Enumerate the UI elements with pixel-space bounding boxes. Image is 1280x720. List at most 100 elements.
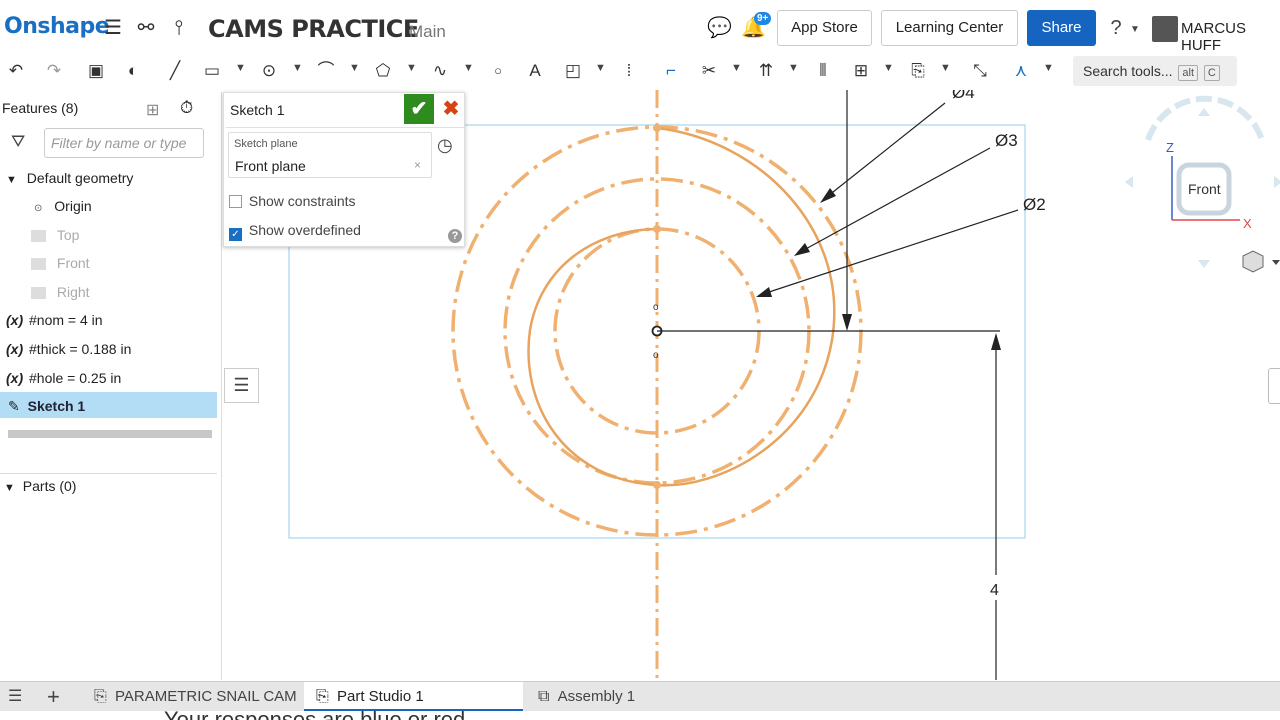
- dimension-tool-icon[interactable]: ⤡: [969, 60, 991, 82]
- variable-row-nom[interactable]: (x) #nom = 4 in: [6, 312, 103, 328]
- fillet-tool-icon[interactable]: ◰: [562, 60, 584, 82]
- notification-badge: 9+: [754, 12, 772, 25]
- constraint-caret-icon[interactable]: ▼: [1043, 62, 1054, 74]
- variable-row-hole[interactable]: (x) #hole = 0.25 in: [6, 370, 121, 386]
- right-plane-label: Right: [56, 284, 90, 300]
- point-tool-icon[interactable]: ○: [487, 60, 509, 82]
- cancel-x-icon[interactable]: ✖: [438, 94, 464, 124]
- sketch-1-row[interactable]: ✎ Sketch 1: [0, 392, 217, 418]
- right-plane-row[interactable]: Right: [31, 284, 90, 300]
- help-icon[interactable]: ?: [1104, 16, 1128, 40]
- learning-center-button[interactable]: Learning Center: [881, 10, 1018, 46]
- tangent-arc-icon[interactable]: ⌐: [660, 60, 682, 82]
- view-cube-front: Front: [1188, 181, 1221, 197]
- trim-tool-icon[interactable]: ✂: [698, 60, 720, 82]
- sketch-plane-label: Sketch plane: [234, 138, 298, 150]
- origin-row[interactable]: ⊙ Origin: [34, 198, 92, 214]
- circle-tool-icon[interactable]: ⊙: [258, 60, 280, 82]
- document-title: CAMS PRACTICE: [208, 15, 419, 43]
- spline-caret-icon[interactable]: ▼: [463, 62, 474, 74]
- variable-nom-label: #nom = 4 in: [29, 312, 103, 328]
- front-plane-row[interactable]: Front: [31, 255, 90, 271]
- branch-icon[interactable]: ⫯: [167, 16, 191, 40]
- rectangle-caret-icon[interactable]: ▼: [235, 62, 246, 74]
- mirror-tool-icon[interactable]: ⫴: [812, 60, 834, 82]
- rollback-timer-icon[interactable]: ⏱: [180, 98, 193, 118]
- dxf-import-icon[interactable]: ⎘: [907, 60, 929, 82]
- measure-icon[interactable]: ◐: [122, 60, 144, 82]
- tab-label: Part Studio 1: [336, 688, 424, 705]
- search-tools-label: Search tools...: [1083, 63, 1173, 79]
- redo-icon[interactable]: ↷: [43, 60, 65, 82]
- feature-list-panel: Features (8) ⊞ ⏱ ⛛ Filter by name or typ…: [0, 92, 222, 680]
- point-mid: [653, 225, 661, 233]
- menu-icon[interactable]: ☰: [101, 16, 125, 40]
- fillet-caret-icon[interactable]: ▼: [595, 62, 606, 74]
- search-tools-input[interactable]: Search tools... alt C: [1073, 56, 1237, 86]
- default-geometry-row[interactable]: ▼ Default geometry: [6, 170, 133, 186]
- tab-manager-icon[interactable]: ☰: [8, 686, 22, 706]
- clear-x-icon[interactable]: ×: [414, 158, 421, 172]
- display-mode-icon[interactable]: [1242, 250, 1280, 273]
- text-tool-icon[interactable]: A: [524, 60, 546, 82]
- app-store-button[interactable]: App Store: [777, 10, 872, 46]
- view-cube[interactable]: Front Z X: [1125, 95, 1280, 268]
- tab-assembly-1[interactable]: ⧉ Assembly 1: [526, 682, 745, 712]
- polygon-tool-icon[interactable]: ⬠: [372, 60, 394, 82]
- sketch-dialog: Sketch 1 ✔ ✖ Sketch plane Front plane × …: [223, 92, 465, 247]
- circle-caret-icon[interactable]: ▼: [292, 62, 303, 74]
- arc-caret-icon[interactable]: ▼: [349, 62, 360, 74]
- sketch-plane-field[interactable]: Sketch plane Front plane ×: [228, 132, 432, 178]
- parts-row[interactable]: ▼ Parts (0): [4, 478, 76, 494]
- tab-parametric-snail-cam[interactable]: ⎘ PARAMETRIC SNAIL CAM: [82, 682, 301, 712]
- show-overdefined-row[interactable]: ✓ Show overdefined: [229, 222, 361, 241]
- history-clock-icon[interactable]: ◷: [437, 135, 453, 156]
- plane-icon: [31, 230, 46, 243]
- default-geometry-label: Default geometry: [26, 170, 134, 186]
- help-icon[interactable]: ?: [448, 229, 462, 243]
- line-tool-icon[interactable]: ╱: [164, 60, 186, 82]
- use-caret-icon[interactable]: ▼: [788, 62, 799, 74]
- expand-chevron-icon[interactable]: ▼: [4, 482, 15, 494]
- arc-tool-icon[interactable]: ⌒: [315, 60, 337, 82]
- polygon-caret-icon[interactable]: ▼: [406, 62, 417, 74]
- dxf-caret-icon[interactable]: ▼: [940, 62, 951, 74]
- parts-label: Parts (0): [22, 478, 77, 494]
- tab-part-studio-1[interactable]: ⎘ Part Studio 1: [304, 682, 523, 712]
- add-folder-icon[interactable]: ⊞: [146, 100, 159, 120]
- right-panel-toggle[interactable]: [1268, 368, 1280, 404]
- feature-filter-input[interactable]: Filter by name or type: [44, 128, 204, 158]
- constraint-tool-icon[interactable]: ⋏: [1010, 60, 1032, 82]
- show-overdefined-checkbox[interactable]: ✓: [229, 228, 242, 241]
- top-plane-label: Top: [56, 227, 80, 243]
- accept-check-icon[interactable]: ✔: [404, 94, 434, 124]
- rectangle-tool-icon[interactable]: ▭: [201, 60, 223, 82]
- comments-icon[interactable]: 💬: [707, 16, 732, 40]
- trim-caret-icon[interactable]: ▼: [731, 62, 742, 74]
- show-overdefined-label: Show overdefined: [248, 222, 361, 238]
- show-constraints-row[interactable]: Show constraints: [229, 193, 356, 209]
- feature-list-icon[interactable]: ▣: [85, 60, 107, 82]
- sketch-list-icon[interactable]: ☰: [224, 368, 259, 403]
- pattern-caret-icon[interactable]: ▼: [883, 62, 894, 74]
- add-tab-icon[interactable]: +: [47, 684, 60, 710]
- use-tool-icon[interactable]: ⇈: [755, 60, 777, 82]
- variable-row-thick[interactable]: (x) #thick = 0.188 in: [6, 341, 131, 357]
- plane-icon: [31, 287, 46, 300]
- expand-chevron-icon[interactable]: ▼: [6, 174, 17, 186]
- user-name[interactable]: MARCUS HUFF: [1181, 20, 1280, 54]
- help-caret-icon[interactable]: ▼: [1130, 24, 1140, 35]
- undo-icon[interactable]: ↶: [5, 60, 27, 82]
- pattern-tool-icon[interactable]: ⊞: [850, 60, 872, 82]
- rollback-bar[interactable]: [8, 430, 212, 438]
- offset-tool-icon[interactable]: ⁞: [618, 60, 640, 82]
- version-history-icon[interactable]: ⚯: [134, 16, 158, 40]
- spline-tool-icon[interactable]: ∿: [429, 60, 451, 82]
- share-button[interactable]: Share: [1027, 10, 1096, 46]
- avatar[interactable]: [1152, 16, 1178, 42]
- filter-icon[interactable]: ⛛: [11, 132, 25, 152]
- show-constraints-checkbox[interactable]: [229, 195, 242, 208]
- top-plane-row[interactable]: Top: [31, 227, 79, 243]
- onshape-logo[interactable]: Onshape: [4, 14, 110, 39]
- plane-icon: [31, 258, 46, 271]
